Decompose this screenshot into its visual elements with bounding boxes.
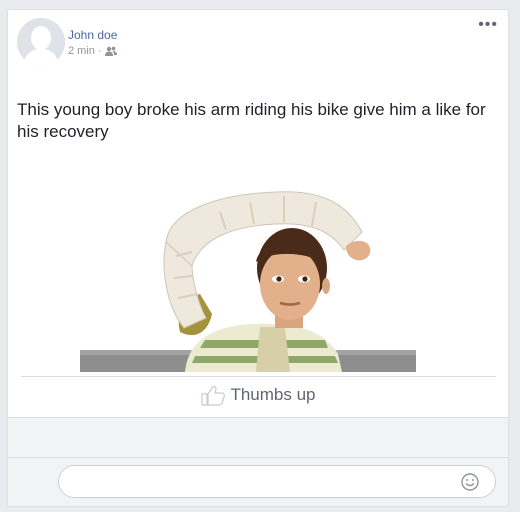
post-card: John doe 2 min · ••• This young boy brok… — [7, 9, 509, 507]
post-text: This young boy broke his arm riding his … — [17, 100, 486, 141]
photo-boy-arm-cast — [80, 182, 416, 372]
thumbs-up-button[interactable]: Thumbs up — [200, 384, 316, 406]
post-photo[interactable] — [80, 182, 416, 372]
timestamp[interactable]: 2 min — [68, 45, 95, 57]
author-name[interactable]: John doe — [68, 28, 117, 42]
avatar[interactable] — [17, 18, 65, 66]
comment-input[interactable] — [58, 465, 496, 498]
comments-divider — [8, 457, 508, 458]
thumbs-up-label: Thumbs up — [230, 385, 316, 404]
meta-separator: · — [97, 45, 102, 57]
comments-area — [8, 417, 508, 506]
friends-icon[interactable] — [104, 46, 117, 56]
divider — [21, 376, 496, 377]
reaction-bar: Thumbs up — [8, 384, 508, 406]
smiley-icon[interactable] — [460, 472, 480, 492]
ellipsis-icon: ••• — [478, 16, 498, 33]
post-meta: 2 min · — [68, 45, 117, 57]
thumbs-up-icon — [201, 386, 226, 406]
more-options-button[interactable]: ••• — [478, 17, 498, 33]
default-avatar-icon — [17, 18, 65, 66]
